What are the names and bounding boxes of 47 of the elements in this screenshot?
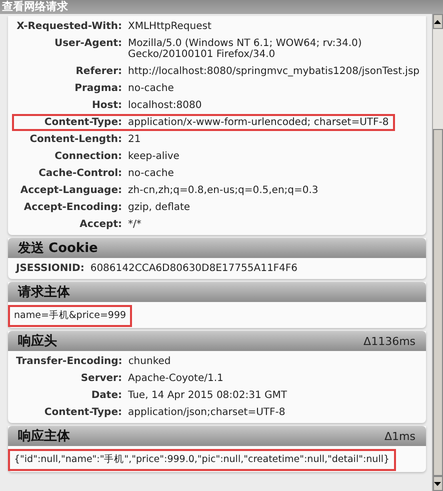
up-triangle-icon (434, 20, 442, 24)
header-name: X-Requested-With: (16, 20, 122, 33)
scroll-up-button[interactable] (432, 14, 443, 29)
header-name: Connection: (54, 150, 122, 163)
header-name: Content-Type: (43, 116, 122, 129)
header-value: no-cache (128, 167, 174, 180)
header-value: no-cache (128, 82, 174, 95)
header-name: Pragma: (74, 82, 122, 95)
header-value: keep-alive (128, 150, 180, 163)
header-value: */* (128, 218, 142, 231)
header-value: http://localhost:8080/springmvc_mybatis1208/jsonTest.jsp (128, 65, 420, 78)
header-name: Content-Length: (28, 133, 122, 146)
header-value: Apache-Coyote/1.1 (128, 372, 224, 385)
header-name: Referer: (74, 65, 122, 78)
header-name: Date: (90, 389, 122, 402)
header-value: gzip, deflate (128, 201, 190, 214)
header-value: 21 (128, 133, 141, 146)
header-value: localhost:8080 (128, 99, 202, 112)
header-name: Cache-Control: (38, 167, 122, 180)
section-time: Δ1136ms (364, 334, 416, 348)
section-title: 请求主体 (18, 284, 70, 301)
window-title: 查看网络请求 (0, 0, 443, 14)
body-text: name=手机&price=999 (8, 305, 132, 327)
header-value: Tue, 14 Apr 2015 08:02:31 GMT (128, 389, 288, 402)
header-name: Accept: (78, 218, 122, 231)
header-name: JSESSIONID: (16, 262, 84, 275)
section-title: 响应头 (18, 332, 57, 350)
scroll-down-button[interactable] (432, 476, 443, 491)
body-text: {"id":null,"name":"手机","price":999.0,"pic":null,"createtime":null,"detail":null} (8, 449, 396, 471)
header-value: application/json;charset=UTF-8 (128, 406, 286, 419)
header-value: 6086142CCA6D80630D8E17755A11F4F6 (90, 262, 298, 275)
header-name: Accept-Language: (19, 184, 122, 197)
header-value: chunked (128, 355, 171, 368)
header-value: zh-cn,zh;q=0.8,en-us;q=0.5,en;q=0.3 (128, 184, 318, 197)
header-name: Server: (80, 372, 122, 385)
header-value: Mozilla/5.0 (Windows NT 6.1; WOW64; rv:34.0) Gecko/20100101 Firefox/34.0 (128, 37, 363, 61)
header-name: Content-Type: (43, 406, 122, 419)
header-value: XMLHttpRequest (128, 20, 212, 33)
section-time: Δ1ms (384, 430, 416, 442)
header-name: User-Agent: (53, 37, 122, 51)
section-title: 发送 Cookie (18, 240, 98, 257)
section-title: 响应主体 (18, 428, 70, 445)
header-name: Transfer-Encoding: (16, 355, 122, 368)
header-value: application/x-www-form-urlencoded; charset=UTF-8 (128, 116, 389, 129)
header-name: Accept-Encoding: (22, 201, 122, 214)
header-name: Host: (91, 99, 122, 112)
down-triangle-icon (434, 482, 442, 486)
